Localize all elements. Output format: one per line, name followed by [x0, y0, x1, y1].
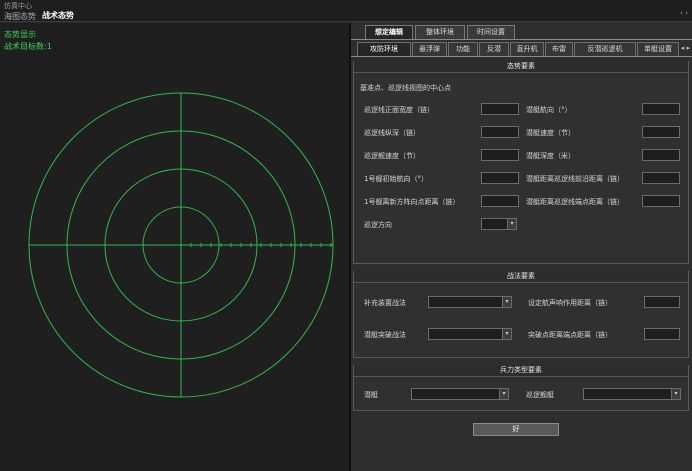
- radar-panel[interactable]: 态势显示 战术目标数:1: [0, 23, 349, 471]
- menu-situation-map[interactable]: 海图态势: [4, 11, 36, 22]
- tab-scenario-edit[interactable]: 想定编辑: [365, 25, 413, 39]
- input-sonar-range[interactable]: [644, 296, 680, 308]
- situation-group: 态势要素 基准点、巡逻线视图的中心点 巡逻线正面宽度（链） 巡逻线纵深（链） 巡…: [353, 61, 689, 264]
- forces-group-title: 兵力类型要素: [354, 365, 688, 377]
- sub-tab-divider: [351, 56, 692, 57]
- forces-group: 兵力类型要素 潜艇 ▾ 巡逻舰艇 ▾: [353, 365, 689, 411]
- subtab-single-boat-settings[interactable]: 单艇设置: [637, 42, 679, 56]
- label-ship1-distance: 1号舰离新方阵向点距离（链）: [364, 198, 460, 206]
- label-ship1-heading: 1号舰初始航向（°）: [364, 175, 428, 183]
- label-sonar-range: 设定航声响作用距离（链）: [528, 299, 612, 307]
- ok-button[interactable]: 好: [473, 423, 559, 436]
- tab-overall-environment[interactable]: 整体环境: [415, 25, 465, 39]
- input-patrol-ship-speed[interactable]: [481, 149, 519, 161]
- label-sub-heading: 潜艇航向（°）: [526, 106, 572, 114]
- dropdown-arrow-icon: ▾: [507, 219, 516, 229]
- input-ship1-distance[interactable]: [481, 195, 519, 207]
- menu-tactical-situation[interactable]: 战术态势: [42, 10, 74, 21]
- subtab-function[interactable]: 功能: [448, 42, 478, 56]
- radar-title: 态势显示: [4, 30, 36, 39]
- dropdown-arrow-icon: ▾: [499, 389, 508, 399]
- select-submarine[interactable]: ▾: [411, 388, 509, 400]
- label-patrol-direction: 巡逻方向: [364, 221, 392, 229]
- radar-display[interactable]: [0, 23, 349, 471]
- label-patrol-depth: 巡逻线纵深（链）: [364, 129, 420, 137]
- tactics-group: 战法要素 补充装置战法 ▾ 潜艇突破战法 ▾ 设定航声响作用距离（链） 突破点距…: [353, 271, 689, 358]
- subtab-hover-bomb[interactable]: 悬浮弹: [412, 42, 447, 56]
- app-title: 仿真中心: [4, 2, 32, 10]
- subtab-anti-submarine[interactable]: 反潜: [479, 42, 509, 56]
- input-sub-endpoint-distance[interactable]: [642, 195, 680, 207]
- title-bar: 仿真中心 海图态势 战术态势 ‹ ›: [0, 0, 692, 22]
- select-sub-breakthrough-tactic[interactable]: ▾: [428, 328, 512, 340]
- input-sub-depth[interactable]: [642, 149, 680, 161]
- tab-time-settings[interactable]: 时间设置: [467, 25, 515, 39]
- label-sub-depth: 潜艇深度（米）: [526, 152, 575, 160]
- subtab-mine-laying[interactable]: 布雷: [545, 42, 573, 56]
- input-breakthrough-distance[interactable]: [644, 328, 680, 340]
- dropdown-arrow-icon: ▾: [502, 297, 511, 307]
- label-supplement-device-tactic: 补充装置战法: [364, 299, 406, 307]
- tactics-group-title: 战法要素: [354, 271, 688, 283]
- label-sub-endpoint-distance: 潜艇距离巡逻线端点距离（链）: [526, 198, 624, 206]
- top-tab-divider: [351, 39, 692, 40]
- input-ship1-heading[interactable]: [481, 172, 519, 184]
- select-patrol-direction[interactable]: ▾: [481, 218, 517, 230]
- label-breakthrough-distance: 突破点距离端点距离（链）: [528, 331, 612, 339]
- input-sub-speed[interactable]: [642, 126, 680, 138]
- subtab-asw-patrol-aircraft[interactable]: 反潜巡逻机: [574, 42, 636, 56]
- subtab-attack-defense-env[interactable]: 攻防环境: [357, 42, 411, 56]
- label-sub-breakthrough-tactic: 潜艇突破战法: [364, 331, 406, 339]
- radar-target-count: 战术目标数:1: [4, 42, 52, 51]
- subtab-helicopter[interactable]: 直升机: [510, 42, 544, 56]
- tab-scroll-icon[interactable]: ◂ ▸: [681, 44, 690, 52]
- label-sub-speed: 潜艇速度（节）: [526, 129, 575, 137]
- label-submarine: 潜艇: [364, 391, 378, 399]
- label-sub-front-distance: 潜艇距离巡逻线前沿距离（链）: [526, 175, 624, 183]
- situation-group-title: 态势要素: [354, 61, 688, 73]
- settings-panel: 想定编辑 整体环境 时间设置 攻防环境 悬浮弹 功能 反潜 直升机 布雷 反潜巡…: [351, 23, 692, 471]
- input-patrol-depth[interactable]: [481, 126, 519, 138]
- select-patrol-vessel[interactable]: ▾: [583, 388, 681, 400]
- input-patrol-front-width[interactable]: [481, 103, 519, 115]
- label-patrol-front-width: 巡逻线正面宽度（链）: [364, 106, 434, 114]
- select-supplement-device-tactic[interactable]: ▾: [428, 296, 512, 308]
- input-sub-front-distance[interactable]: [642, 172, 680, 184]
- reference-point-hint: 基准点、巡逻线视图的中心点: [360, 84, 451, 92]
- input-sub-heading[interactable]: [642, 103, 680, 115]
- window-controls-icon[interactable]: ‹ ›: [680, 9, 688, 17]
- label-patrol-vessel: 巡逻舰艇: [526, 391, 554, 399]
- dropdown-arrow-icon: ▾: [502, 329, 511, 339]
- label-patrol-ship-speed: 巡逻舰速度（节）: [364, 152, 420, 160]
- dropdown-arrow-icon: ▾: [671, 389, 680, 399]
